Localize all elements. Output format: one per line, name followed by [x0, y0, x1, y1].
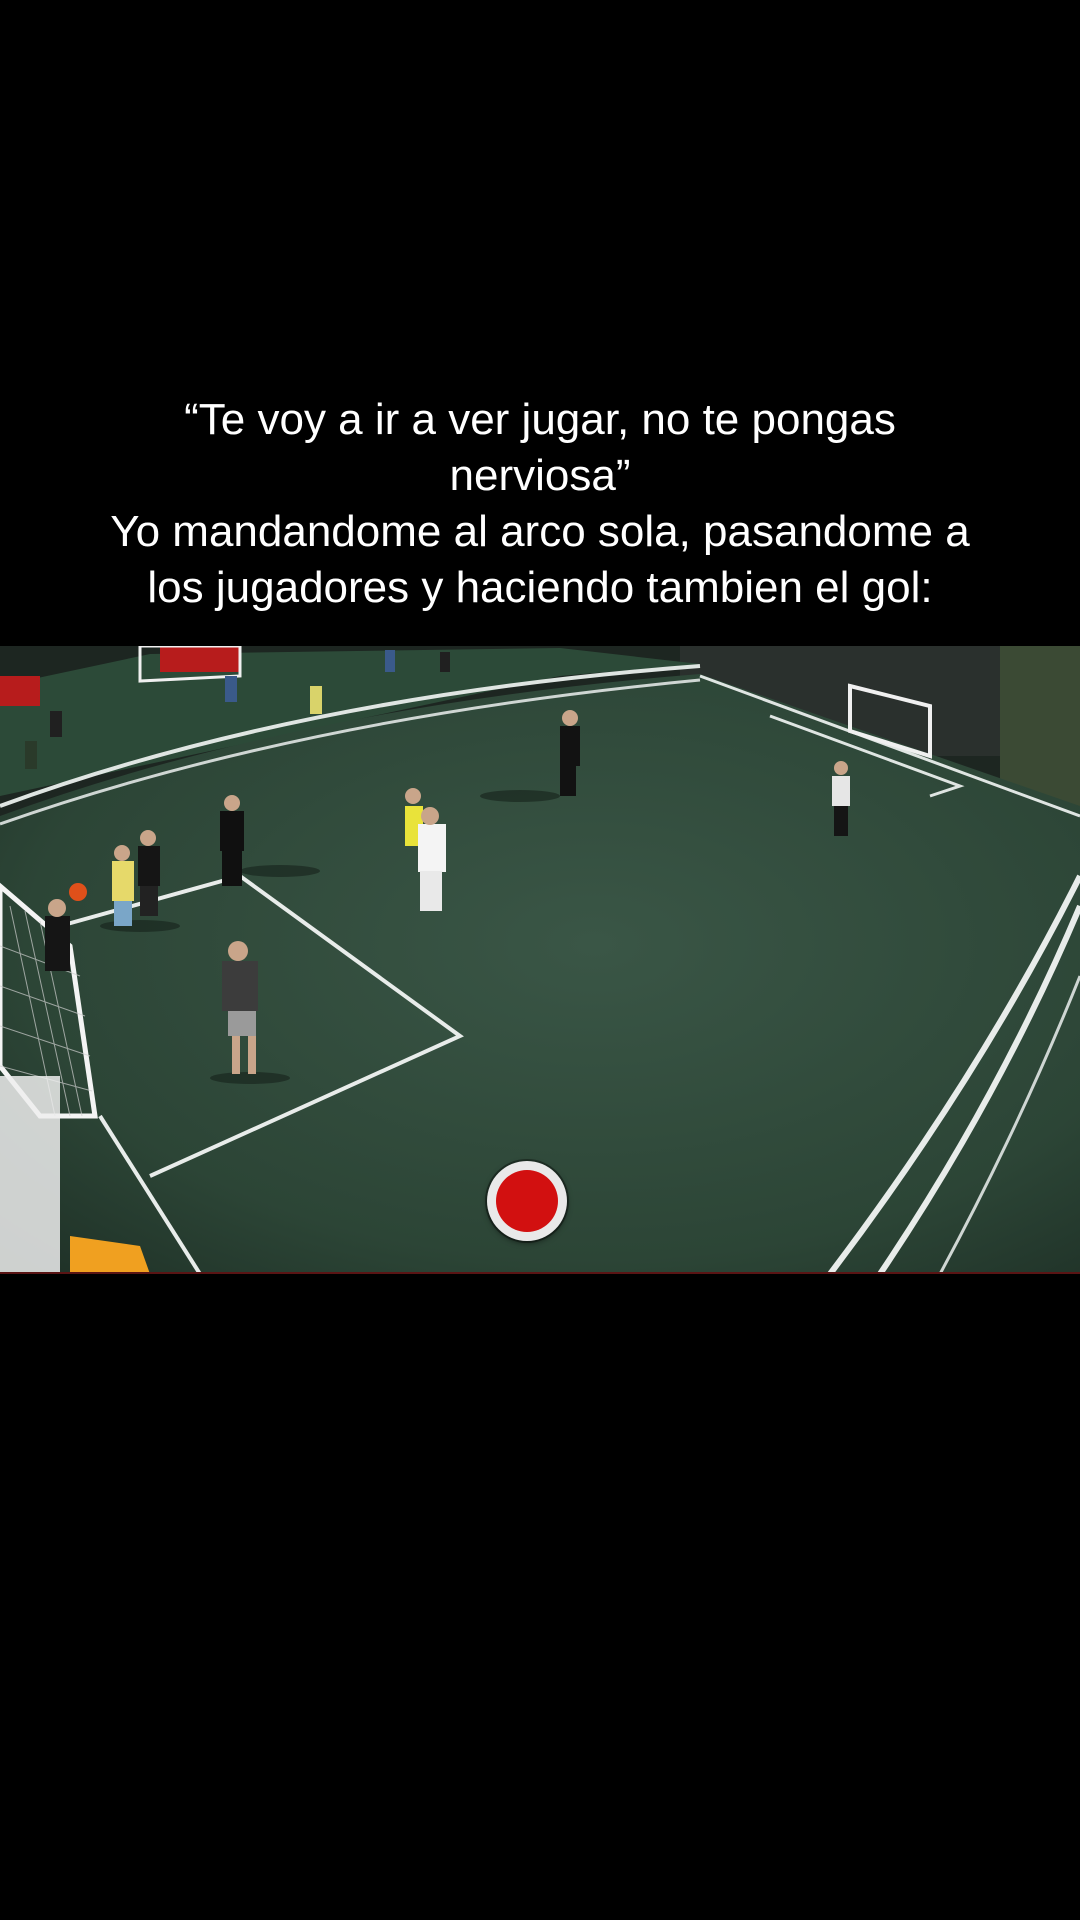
ball	[69, 883, 87, 901]
video-progress-line	[0, 1272, 1080, 1274]
video-caption: “Te voy a ir a ver jugar, no te pongas n…	[40, 392, 1040, 616]
caption-line-3: Yo mandandome al arco sola, pasandome a	[110, 507, 970, 556]
record-icon	[496, 1170, 558, 1232]
caption-line-2: nerviosa”	[449, 451, 631, 500]
ad-banner	[0, 676, 40, 706]
record-button[interactable]	[487, 1161, 567, 1241]
ad-banner	[160, 646, 240, 672]
caption-line-1: “Te voy a ir a ver jugar, no te pongas	[184, 395, 896, 444]
caption-line-4: los jugadores y haciendo tambien el gol:	[147, 563, 933, 612]
